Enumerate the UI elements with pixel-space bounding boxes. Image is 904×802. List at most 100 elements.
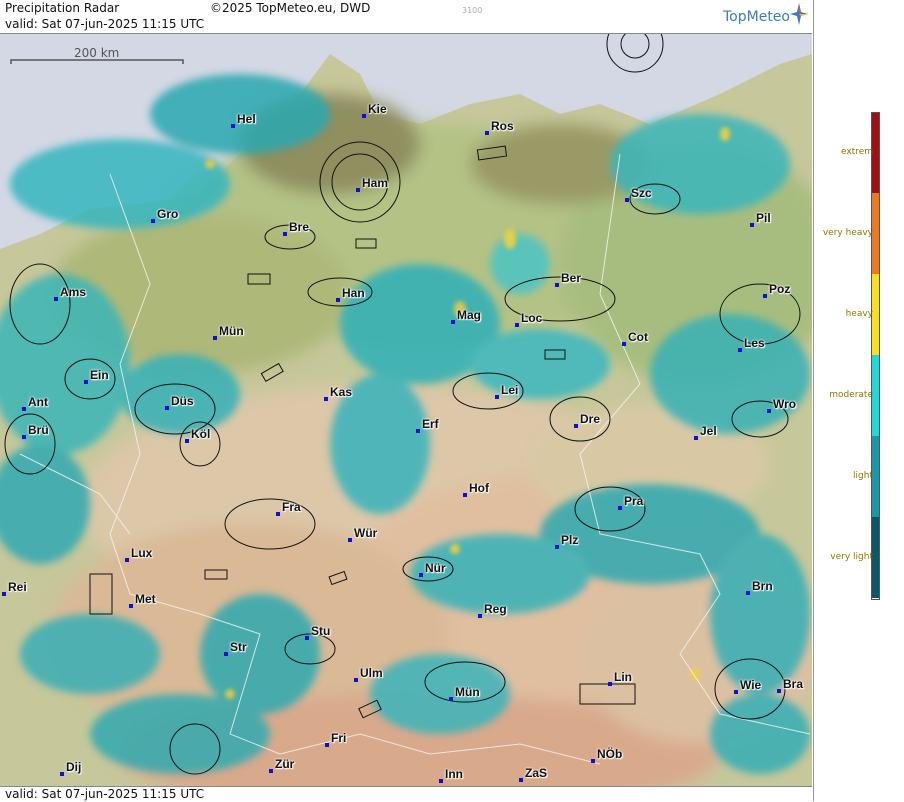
city-marker	[213, 336, 217, 340]
map-title: Precipitation Radar	[5, 1, 120, 15]
city-marker	[625, 198, 629, 202]
city-label: Mün	[455, 685, 480, 699]
city-marker	[767, 409, 771, 413]
city-marker	[449, 697, 453, 701]
city-label: Mag	[457, 308, 481, 322]
city-marker	[738, 348, 742, 352]
city-label: Mün	[219, 324, 244, 338]
city-marker	[519, 778, 523, 782]
city-marker	[439, 779, 443, 783]
city-label: Kie	[368, 102, 387, 116]
city-marker	[478, 614, 482, 618]
city-label: Kas	[330, 385, 353, 399]
city-marker	[356, 188, 360, 192]
city-marker	[185, 439, 189, 443]
city-label: Ant	[28, 395, 48, 409]
city-label: Ham	[362, 176, 389, 190]
map-code: 3100	[462, 6, 483, 15]
city-marker	[694, 436, 698, 440]
city-label: Cot	[628, 330, 648, 344]
city-label: Str	[230, 640, 247, 654]
city-marker	[22, 435, 26, 439]
city-label: Rei	[8, 580, 27, 594]
city-label: Inn	[445, 767, 463, 781]
city-marker	[305, 636, 309, 640]
city-marker	[283, 232, 287, 236]
city-marker	[336, 298, 340, 302]
city-marker	[622, 342, 626, 346]
city-marker	[750, 223, 754, 227]
city-label: Bre	[289, 220, 310, 234]
city-label: Hof	[469, 481, 489, 495]
city-marker	[608, 682, 612, 686]
city-marker	[451, 320, 455, 324]
map-header: Precipitation Radar ©2025 TopMeteo.eu, D…	[0, 0, 812, 34]
city-marker	[276, 512, 280, 516]
city-label: Reg	[484, 602, 507, 616]
city-label: Gro	[157, 207, 179, 221]
city-label: Lux	[131, 546, 153, 560]
legend-label: moderate	[829, 389, 873, 400]
city-marker	[495, 395, 499, 399]
city-label: Nür	[425, 561, 446, 575]
city-marker	[165, 406, 169, 410]
city-label: Düs	[171, 394, 194, 408]
city-marker	[2, 592, 6, 596]
map-background	[0, 34, 812, 786]
city-label: Plz	[561, 533, 579, 547]
city-label: Ber	[561, 271, 582, 285]
city-label: NÖb	[597, 747, 623, 761]
city-label: Lin	[614, 670, 632, 684]
city-marker	[463, 493, 467, 497]
city-label: Köl	[191, 427, 211, 441]
city-label: Hel	[237, 112, 256, 126]
city-marker	[777, 689, 781, 693]
city-marker	[60, 772, 64, 776]
footer-valid-time: valid: Sat 07-jun-2025 11:15 UTC	[5, 787, 205, 801]
city-marker	[734, 690, 738, 694]
city-marker	[84, 380, 88, 384]
city-marker	[269, 769, 273, 773]
legend-label: very heavy	[822, 227, 873, 238]
city-marker	[746, 591, 750, 595]
city-label: Wro	[773, 397, 797, 411]
city-marker	[763, 294, 767, 298]
city-label: Zür	[275, 757, 295, 771]
city-marker	[555, 283, 559, 287]
compass-icon	[790, 3, 808, 25]
city-label: Dij	[66, 760, 82, 774]
city-label: Fra	[282, 500, 301, 514]
city-label: ZaS	[525, 766, 548, 780]
valid-time: valid: Sat 07-jun-2025 11:15 UTC	[5, 17, 205, 31]
city-label: Han	[342, 286, 365, 300]
radar-map[interactable]: 200 km Kie Hel Ros Ham Szc Gro Bre Pil Ber Ams Han…	[0, 34, 812, 786]
scale-label: 200 km	[74, 46, 120, 60]
city-marker	[555, 545, 559, 549]
city-marker	[574, 424, 578, 428]
city-label: Met	[135, 592, 156, 606]
city-marker	[348, 538, 352, 542]
legend-label: very light	[830, 551, 873, 562]
city-marker	[485, 131, 489, 135]
city-label: Ein	[90, 368, 109, 382]
copyright: ©2025 TopMeteo.eu, DWD	[210, 1, 371, 15]
city-marker	[324, 397, 328, 401]
brand-logo: TopMeteo	[723, 9, 790, 25]
city-marker	[151, 219, 155, 223]
city-label: Brü	[28, 423, 49, 437]
city-label: Ams	[60, 285, 87, 299]
city-label: Ulm	[360, 666, 383, 680]
city-label: Stu	[311, 624, 331, 638]
city-label: Dre	[580, 412, 601, 426]
city-marker	[224, 652, 228, 656]
legend-frame	[871, 112, 880, 600]
brand-name: TopMeteo	[723, 9, 790, 25]
city-label: Fri	[331, 731, 347, 745]
city-label: Jel	[700, 424, 717, 438]
city-label: Wür	[354, 526, 378, 540]
legend-label: extrem	[840, 146, 873, 157]
legend-label: light	[853, 470, 873, 481]
city-marker	[54, 297, 58, 301]
city-label: Pra	[624, 494, 644, 508]
city-label: Pil	[756, 211, 771, 225]
